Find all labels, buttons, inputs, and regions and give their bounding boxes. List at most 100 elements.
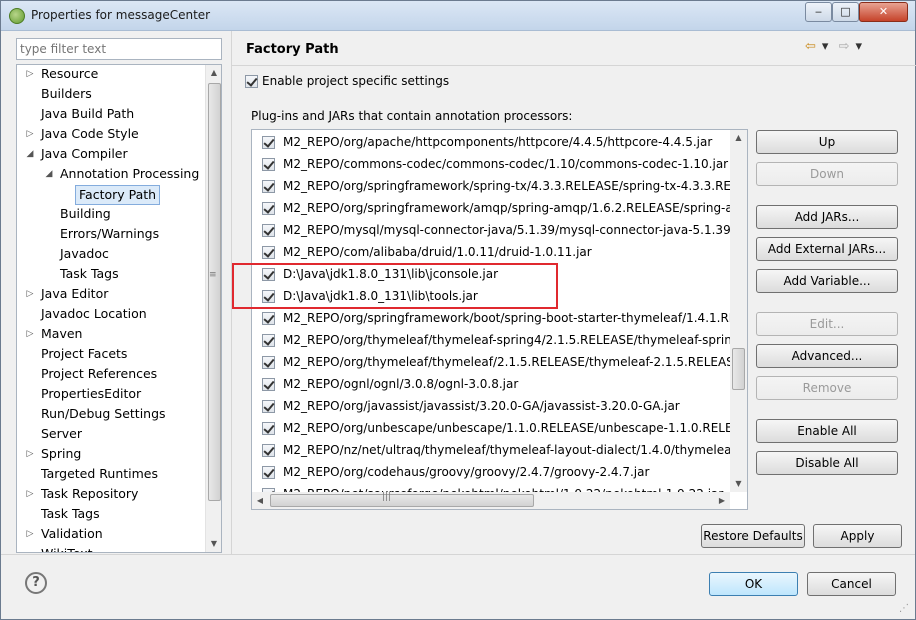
jar-checkbox[interactable] (262, 356, 275, 369)
jar-checkbox[interactable] (262, 378, 275, 391)
close-button[interactable]: ✕ (859, 2, 908, 22)
jar-path: M2_REPO/org/springframework/boot/spring-… (283, 311, 730, 325)
scroll-left-icon[interactable]: ◀ (252, 492, 268, 509)
jar-row[interactable]: M2_REPO/org/springframework/amqp/spring-… (252, 197, 730, 219)
jar-checkbox[interactable] (262, 400, 275, 413)
jar-path: M2_REPO/org/springframework/spring-tx/4.… (283, 179, 730, 193)
restore-defaults-button[interactable]: Restore Defaults (701, 524, 805, 548)
forward-icon[interactable]: ⇨ (839, 39, 850, 54)
jar-path: M2_REPO/org/thymeleaf/thymeleaf-spring4/… (283, 333, 730, 347)
jar-list-hscrollbar[interactable]: ◀ ||| ▶ (252, 492, 730, 509)
jar-row[interactable]: M2_REPO/org/springframework/spring-tx/4.… (252, 175, 730, 197)
jar-row[interactable]: M2_REPO/mysql/mysql-connector-java/5.1.3… (252, 219, 730, 241)
property-page-tree[interactable]: WikiText ▷ Validation Task Tags ▷ Task Reposi… (16, 64, 222, 553)
jar-row[interactable]: M2_REPO/org/thymeleaf/thymeleaf-spring4/… (252, 329, 730, 351)
jar-row[interactable]: M2_REPO/org/thymeleaf/thymeleaf/2.1.5.RE… (252, 351, 730, 373)
jar-checkbox[interactable] (262, 422, 275, 435)
jar-row[interactable]: D:\Java\jdk1.8.0_131\lib\jconsole.jar (252, 263, 730, 285)
collapse-arrow-icon[interactable]: ◢ (25, 144, 35, 164)
jar-list-vscrollbar[interactable]: ▲ ▼ (730, 130, 747, 492)
tree-scroll-thumb[interactable] (208, 83, 221, 501)
jar-checkbox[interactable] (262, 136, 275, 149)
jar-list-hscroll-thumb[interactable] (270, 494, 534, 507)
cancel-button[interactable]: Cancel (807, 572, 896, 596)
scroll-up-icon[interactable]: ▲ (730, 130, 747, 146)
spring-app-icon (9, 8, 25, 24)
jar-path: M2_REPO/org/codehaus/groovy/groovy/2.4.7… (283, 465, 650, 479)
enable-project-settings[interactable]: Enable project specific settings (245, 74, 449, 89)
jar-checkbox[interactable] (262, 158, 275, 171)
jar-path: D:\Java\jdk1.8.0_131\lib\jconsole.jar (283, 267, 499, 281)
back-icon[interactable]: ⇦ (805, 39, 816, 54)
jar-row[interactable]: M2_REPO/nz/net/ultraq/thymeleaf/thymelea… (252, 439, 730, 461)
jar-row[interactable]: M2_REPO/ognl/ognl/3.0.8/ognl-3.0.8.jar (252, 373, 730, 395)
apply-button[interactable]: Apply (813, 524, 902, 548)
tree-item-label: Java Build Path (41, 106, 135, 121)
up-button[interactable]: Up (756, 130, 898, 154)
advanced-button[interactable]: Advanced... (756, 344, 898, 368)
jar-checkbox[interactable] (262, 290, 275, 303)
jar-list[interactable]: M2_REPO/net/sourceforge/nekohtml/nekohtm… (251, 129, 748, 510)
expand-arrow-icon[interactable]: ▷ (25, 444, 35, 464)
jar-checkbox[interactable] (262, 268, 275, 281)
resize-grip-icon[interactable]: ⋰ (899, 603, 909, 614)
expand-arrow-icon[interactable]: ▷ (25, 65, 35, 84)
scroll-up-icon[interactable]: ▲ (206, 65, 221, 81)
chevron-down-icon[interactable]: ▾ (822, 39, 829, 54)
filter-input[interactable] (16, 38, 222, 60)
help-icon[interactable]: ? (25, 572, 47, 594)
scroll-down-icon[interactable]: ▼ (206, 536, 221, 552)
add-jars-button[interactable]: Add JARs... (756, 205, 898, 229)
expand-arrow-icon[interactable]: ▷ (25, 484, 35, 504)
ok-button[interactable]: OK (709, 572, 798, 596)
tree-item-label: Targeted Runtimes (41, 466, 158, 481)
jar-checkbox[interactable] (262, 444, 275, 457)
jar-row[interactable]: M2_REPO/org/unbescape/unbescape/1.1.0.RE… (252, 417, 730, 439)
title-bar[interactable]: Properties for messageCenter ‒ □ ✕ (1, 1, 915, 31)
jar-list-vscroll-thumb[interactable] (732, 348, 745, 390)
edit-button[interactable]: Edit... (756, 312, 898, 336)
collapse-arrow-icon[interactable]: ◢ (44, 164, 54, 184)
remove-button[interactable]: Remove (756, 376, 898, 400)
jar-row[interactable]: M2_REPO/org/javassist/javassist/3.20.0-G… (252, 395, 730, 417)
chevron-down-icon[interactable]: ▾ (855, 39, 862, 54)
jar-checkbox[interactable] (262, 334, 275, 347)
expand-arrow-icon[interactable]: ▷ (25, 324, 35, 344)
jar-row[interactable]: M2_REPO/commons-codec/commons-codec/1.10… (252, 153, 730, 175)
page-navigation: ⇦ ▾ ⇨ ▾ (805, 39, 868, 54)
scroll-down-icon[interactable]: ▼ (730, 476, 747, 492)
jar-row[interactable]: D:\Java\jdk1.8.0_131\lib\tools.jar (252, 285, 730, 307)
add-variable-button[interactable]: Add Variable... (756, 269, 898, 293)
properties-dialog: Properties for messageCenter ‒ □ ✕ WikiT… (0, 0, 916, 620)
down-button[interactable]: Down (756, 162, 898, 186)
expand-arrow-icon[interactable]: ▷ (25, 124, 35, 144)
tree-item-label: Javadoc Location (41, 306, 147, 321)
jar-checkbox[interactable] (262, 246, 275, 259)
jar-row[interactable]: M2_REPO/org/apache/httpcomponents/httpco… (252, 131, 730, 153)
jar-row[interactable]: M2_REPO/com/alibaba/druid/1.0.11/druid-1… (252, 241, 730, 263)
jar-checkbox[interactable] (262, 312, 275, 325)
add-external-jars-button[interactable]: Add External JARs... (756, 237, 898, 261)
expand-arrow-icon[interactable]: ▷ (25, 524, 35, 544)
jar-path: M2_REPO/org/thymeleaf/thymeleaf/2.1.5.RE… (283, 355, 730, 369)
tree-item-label: Run/Debug Settings (41, 406, 166, 421)
minimize-button[interactable]: ‒ (805, 2, 832, 22)
disable-all-button[interactable]: Disable All (756, 451, 898, 475)
jar-checkbox[interactable] (262, 466, 275, 479)
jar-checkbox[interactable] (262, 180, 275, 193)
jar-checkbox[interactable] (262, 224, 275, 237)
jar-checkbox[interactable] (262, 202, 275, 215)
tree-item-label: WikiText (41, 545, 93, 552)
scroll-right-icon[interactable]: ▶ (714, 492, 730, 509)
jar-row[interactable]: M2_REPO/org/springframework/boot/spring-… (252, 307, 730, 329)
tree-item-label: Task Repository (41, 486, 139, 501)
maximize-button[interactable]: □ (832, 2, 859, 22)
tree-scrollbar[interactable]: ▲ ≡ ▼ (205, 65, 221, 552)
enable-checkbox[interactable] (245, 75, 258, 88)
expand-arrow-icon[interactable]: ▷ (25, 284, 35, 304)
tree-item-label: Java Editor (41, 286, 109, 301)
tree-item-label: Javadoc (60, 246, 109, 261)
enable-all-button[interactable]: Enable All (756, 419, 898, 443)
panel-divider[interactable] (231, 31, 232, 555)
jar-row[interactable]: M2_REPO/org/codehaus/groovy/groovy/2.4.7… (252, 461, 730, 483)
